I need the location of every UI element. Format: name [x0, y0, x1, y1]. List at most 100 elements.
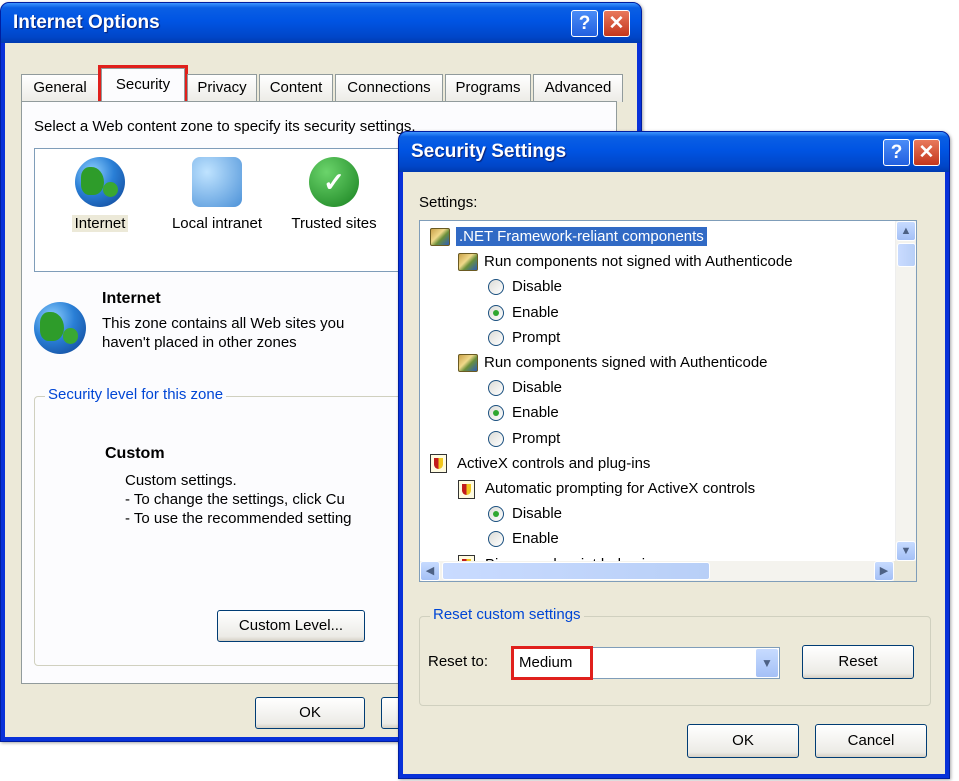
monitor-icon [192, 157, 242, 207]
row-label: ActiveX controls and plug-ins [457, 454, 651, 472]
close-button[interactable]: ✕ [603, 10, 630, 37]
custom-level-button[interactable]: Custom Level... [217, 610, 365, 642]
radio-icon[interactable] [488, 304, 504, 321]
row-label: Prompt [512, 429, 561, 447]
security-level-legend: Security level for this zone [45, 386, 227, 403]
zone-desc-line: haven't placed in other zones [102, 334, 297, 351]
globe-icon [75, 157, 125, 207]
level-desc-line: - To change the settings, click Cu [125, 491, 345, 508]
row-label: Prompt [512, 328, 561, 346]
level-desc-line: - To use the recommended setting [125, 510, 352, 527]
zone-trusted-sites[interactable]: ✓ Trusted sites [279, 157, 389, 232]
globe-icon [34, 302, 86, 354]
row-label: Automatic prompting for ActiveX controls [485, 480, 756, 497]
row-label: Disable [512, 505, 563, 523]
radio-icon[interactable] [488, 531, 504, 548]
setting-row[interactable]: Binary and script behaviors [458, 553, 666, 561]
reset-level-select[interactable]: Medium ▼ [511, 646, 780, 680]
option-radio-row[interactable]: Enable [488, 301, 559, 325]
settings-category-icon [458, 253, 478, 272]
row-label: Enable [512, 303, 559, 321]
tab-programs[interactable]: Programs [445, 74, 531, 102]
reset-level-value: Medium [511, 646, 593, 680]
tab-content[interactable]: Content [259, 74, 333, 102]
shield-icon [430, 454, 447, 474]
settings-category-icon [430, 228, 450, 247]
option-radio-row[interactable]: Disable [488, 502, 562, 526]
settings-tree[interactable]: .NET Framework-reliant components Run com… [419, 220, 917, 582]
internet-options-titlebar[interactable]: Internet Options ? ✕ [1, 3, 641, 43]
radio-icon[interactable] [488, 329, 504, 346]
zone-label: Trusted sites [291, 215, 377, 232]
close-button[interactable]: ✕ [913, 139, 940, 166]
selected-zone-title: Internet [102, 290, 161, 307]
security-level-description: Custom settings. - To change the setting… [125, 471, 352, 528]
internet-options-title: Internet Options [13, 12, 160, 33]
level-desc-line: Custom settings. [125, 472, 237, 489]
ok-button[interactable]: OK [687, 724, 799, 758]
option-radio-row[interactable]: Prompt [488, 326, 560, 350]
security-level-name: Custom [105, 445, 165, 462]
category-row[interactable]: .NET Framework-reliant components [430, 225, 707, 249]
cancel-button[interactable]: Cancel [815, 724, 927, 758]
chevron-down-icon[interactable]: ▼ [756, 649, 778, 677]
row-label: Disable [512, 278, 563, 296]
scroll-left-icon[interactable]: ◀ [420, 561, 440, 581]
radio-icon[interactable] [488, 380, 504, 397]
option-radio-row[interactable]: Prompt [488, 427, 560, 451]
radio-icon[interactable] [488, 405, 504, 422]
reset-group: Reset custom settings Reset to: Medium ▼… [419, 606, 931, 706]
ok-button[interactable]: OK [255, 697, 365, 729]
option-radio-row[interactable]: Disable [488, 376, 562, 400]
scroll-down-icon[interactable]: ▼ [896, 541, 916, 561]
scroll-up-icon[interactable]: ▲ [896, 221, 916, 241]
security-settings-titlebar[interactable]: Security Settings ? ✕ [399, 132, 949, 172]
scroll-thumb[interactable] [442, 562, 710, 580]
selected-zone-description: This zone contains all Web sites you hav… [102, 314, 344, 352]
reset-to-label: Reset to: [428, 653, 489, 670]
security-settings-title: Security Settings [411, 141, 567, 162]
row-label: Run components signed with Authenticode [484, 354, 768, 371]
setting-row[interactable]: Run components not signed with Authentic… [458, 250, 793, 274]
zone-internet[interactable]: Internet [45, 157, 155, 232]
setting-row[interactable]: Run components signed with Authenticode [458, 351, 768, 375]
scroll-corner [894, 561, 916, 581]
zone-label: Internet [71, 215, 129, 232]
option-radio-row[interactable]: Disable [488, 275, 562, 299]
tab-privacy[interactable]: Privacy [187, 74, 257, 102]
vertical-scrollbar[interactable]: ▲ ▼ [895, 221, 916, 561]
category-row[interactable]: ActiveX controls and plug-ins [430, 452, 650, 476]
tab-connections[interactable]: Connections [335, 74, 443, 102]
zone-instruction: Select a Web content zone to specify its… [34, 118, 416, 135]
radio-icon[interactable] [488, 506, 504, 523]
reset-button[interactable]: Reset [802, 645, 914, 679]
help-button[interactable]: ? [571, 10, 598, 37]
tab-general[interactable]: General [21, 74, 99, 102]
zone-local-intranet[interactable]: Local intranet [157, 157, 277, 232]
row-label: Run components not signed with Authentic… [484, 253, 793, 271]
radio-icon[interactable] [488, 279, 504, 296]
radio-icon[interactable] [488, 430, 504, 447]
settings-category-icon [458, 354, 478, 373]
row-label: Enable [512, 404, 559, 422]
check-icon: ✓ [309, 157, 359, 207]
scroll-right-icon[interactable]: ▶ [874, 561, 894, 581]
setting-row[interactable]: Automatic prompting for ActiveX controls [458, 477, 755, 501]
scroll-thumb[interactable] [897, 243, 916, 267]
row-label: .NET Framework-reliant components [456, 227, 707, 246]
option-radio-row[interactable]: Enable [488, 527, 559, 551]
row-label: Disable [512, 379, 563, 397]
zone-desc-line: This zone contains all Web sites you [102, 315, 345, 332]
security-settings-client: Settings: .NET Framework-reliant compone… [403, 172, 945, 774]
reset-legend: Reset custom settings [430, 606, 584, 623]
option-radio-row[interactable]: Enable [488, 401, 559, 425]
horizontal-scrollbar[interactable]: ◀ ▶ [420, 561, 894, 581]
help-button[interactable]: ? [883, 139, 910, 166]
tab-security[interactable]: Security [98, 65, 188, 105]
security-settings-window: Security Settings ? ✕ Settings: .NET Fra… [398, 131, 950, 779]
tab-advanced[interactable]: Advanced [533, 74, 623, 102]
row-label: Enable [512, 530, 559, 548]
zone-label: Local intranet [171, 215, 263, 232]
settings-list: .NET Framework-reliant components Run com… [420, 221, 894, 561]
settings-label: Settings: [419, 194, 478, 211]
